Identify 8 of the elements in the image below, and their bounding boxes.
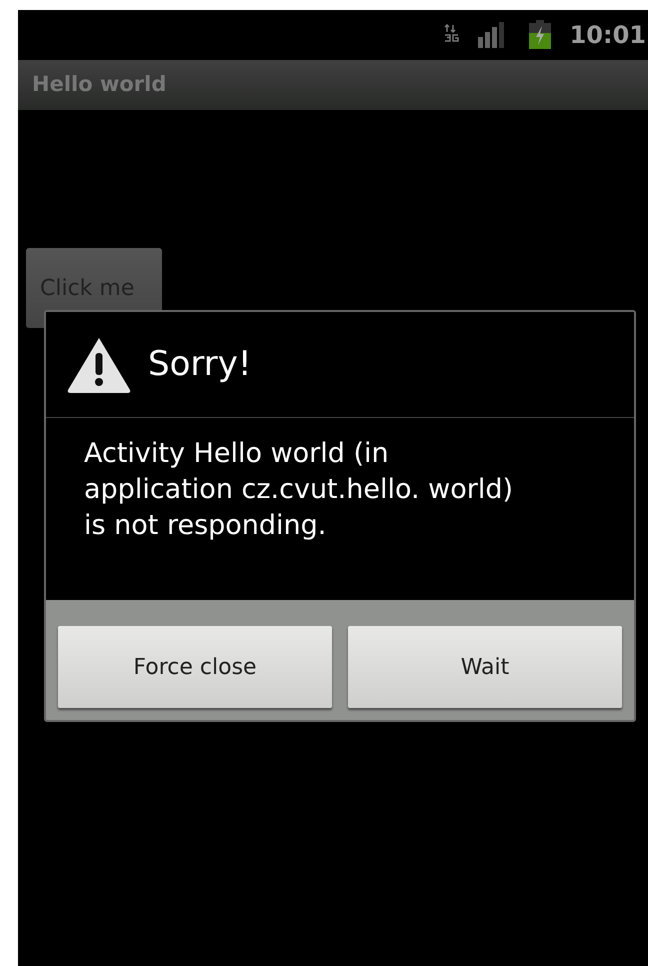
warning-icon <box>66 336 132 394</box>
dialog-message: Activity Hello world (in application cz.cvut.hello. world) is not responding. <box>84 437 514 543</box>
dialog-title: Sorry! <box>148 343 252 386</box>
app-title: Hello world <box>32 71 166 98</box>
clock-time: 10:01 <box>570 20 646 51</box>
battery-charging-icon <box>528 20 552 50</box>
dialog-button[interactable]: Wait <box>348 626 622 708</box>
dialog-button[interactable]: Force close <box>58 626 332 708</box>
